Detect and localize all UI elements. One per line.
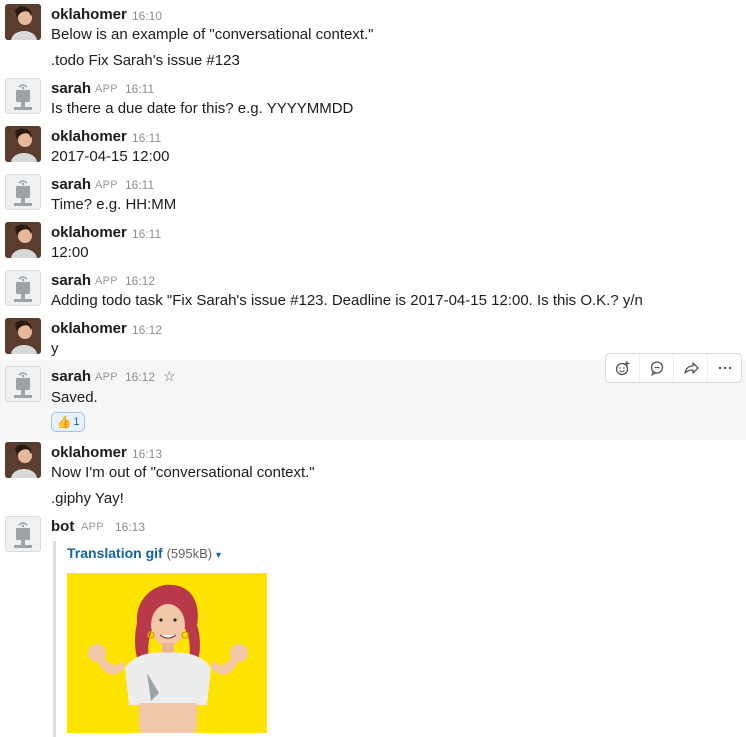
message-item: sarah APP 16:11 Is there a due date for …	[0, 78, 746, 126]
timestamp[interactable]: 16:12	[132, 323, 162, 337]
app-avatar[interactable]	[5, 78, 41, 114]
attachment-size: (595kB)	[166, 546, 213, 561]
timestamp[interactable]: 16:12	[125, 370, 155, 384]
message-item: oklahomer 16:11 2017-04-15 12:00	[0, 126, 746, 174]
user-avatar[interactable]	[5, 318, 41, 354]
author-name[interactable]: oklahomer	[51, 224, 127, 241]
app-badge: APP	[95, 83, 118, 95]
message-actions-toolbar	[605, 353, 742, 383]
message-text: Below is an example of "conversational c…	[51, 26, 374, 43]
chevron-down-icon[interactable]: ▾	[216, 550, 221, 561]
app-badge: APP	[95, 275, 118, 287]
share-icon[interactable]	[673, 354, 707, 382]
message-text: Time? e.g. HH:MM	[51, 196, 177, 213]
timestamp[interactable]: 16:13	[115, 520, 145, 534]
timestamp[interactable]: 16:11	[125, 178, 154, 192]
timestamp[interactable]: 16:11	[125, 82, 154, 96]
timestamp[interactable]: 16:12	[125, 274, 155, 288]
more-icon[interactable]	[707, 354, 741, 382]
user-avatar[interactable]	[5, 4, 41, 40]
message-text: Now I'm out of "conversational context."	[51, 464, 315, 481]
app-avatar[interactable]	[5, 516, 41, 552]
author-name[interactable]: oklahomer	[51, 6, 127, 23]
attachment-link[interactable]: Translation gif	[67, 545, 163, 561]
attachment-bar	[53, 541, 56, 737]
app-avatar[interactable]	[5, 174, 41, 210]
author-name[interactable]: sarah	[51, 80, 91, 97]
app-badge: APP	[95, 371, 118, 383]
timestamp[interactable]: 16:11	[132, 227, 161, 241]
app-badge: APP	[95, 179, 118, 191]
app-avatar[interactable]	[5, 366, 41, 402]
gif-image[interactable]	[67, 573, 267, 733]
message-item: oklahomer 16:13 Now I'm out of "conversa…	[0, 442, 746, 514]
user-avatar[interactable]	[5, 442, 41, 478]
message-text: 2017-04-15 12:00	[51, 148, 170, 165]
message-item: sarah APP 16:12 Adding todo task "Fix Sa…	[0, 270, 746, 318]
message-item: oklahomer 16:10 Below is an example of "…	[0, 0, 746, 80]
message-text: y	[51, 340, 59, 357]
user-avatar[interactable]	[5, 126, 41, 162]
message-item: oklahomer 16:11 12:00	[0, 222, 746, 270]
add-reaction-icon[interactable]	[606, 354, 639, 382]
message-text: .giphy Yay!	[51, 490, 124, 507]
message-item: sarah APP 16:11 Time? e.g. HH:MM	[0, 174, 746, 222]
message-text: Adding todo task "Fix Sarah's issue #123…	[51, 292, 643, 309]
app-badge: APP	[81, 521, 104, 533]
timestamp[interactable]: 16:13	[132, 447, 162, 461]
author-name[interactable]: sarah	[51, 176, 91, 193]
app-avatar[interactable]	[5, 270, 41, 306]
author-name[interactable]: oklahomer	[51, 320, 127, 337]
reaction-thumbsup[interactable]: 👍 1	[51, 412, 85, 432]
author-name[interactable]: oklahomer	[51, 128, 127, 145]
message-text: .todo Fix Sarah's issue #123	[51, 52, 240, 69]
timestamp[interactable]: 16:10	[132, 9, 162, 23]
thumbs-up-icon: 👍	[56, 415, 72, 429]
author-name[interactable]: bot	[51, 518, 74, 535]
message-text: Saved.	[51, 389, 98, 406]
comment-icon[interactable]	[639, 354, 673, 382]
reaction-count: 1	[73, 416, 80, 428]
message-text: Is there a due date for this? e.g. YYYYM…	[51, 100, 354, 117]
timestamp[interactable]: 16:11	[132, 131, 161, 145]
message-text: 12:00	[51, 244, 89, 261]
user-avatar[interactable]	[5, 222, 41, 258]
author-name[interactable]: sarah	[51, 272, 91, 289]
star-icon[interactable]: ☆	[163, 368, 176, 385]
attachment-title: Translation gif (595kB) ▾	[67, 545, 221, 561]
author-name[interactable]: sarah	[51, 368, 91, 385]
author-name[interactable]: oklahomer	[51, 444, 127, 461]
